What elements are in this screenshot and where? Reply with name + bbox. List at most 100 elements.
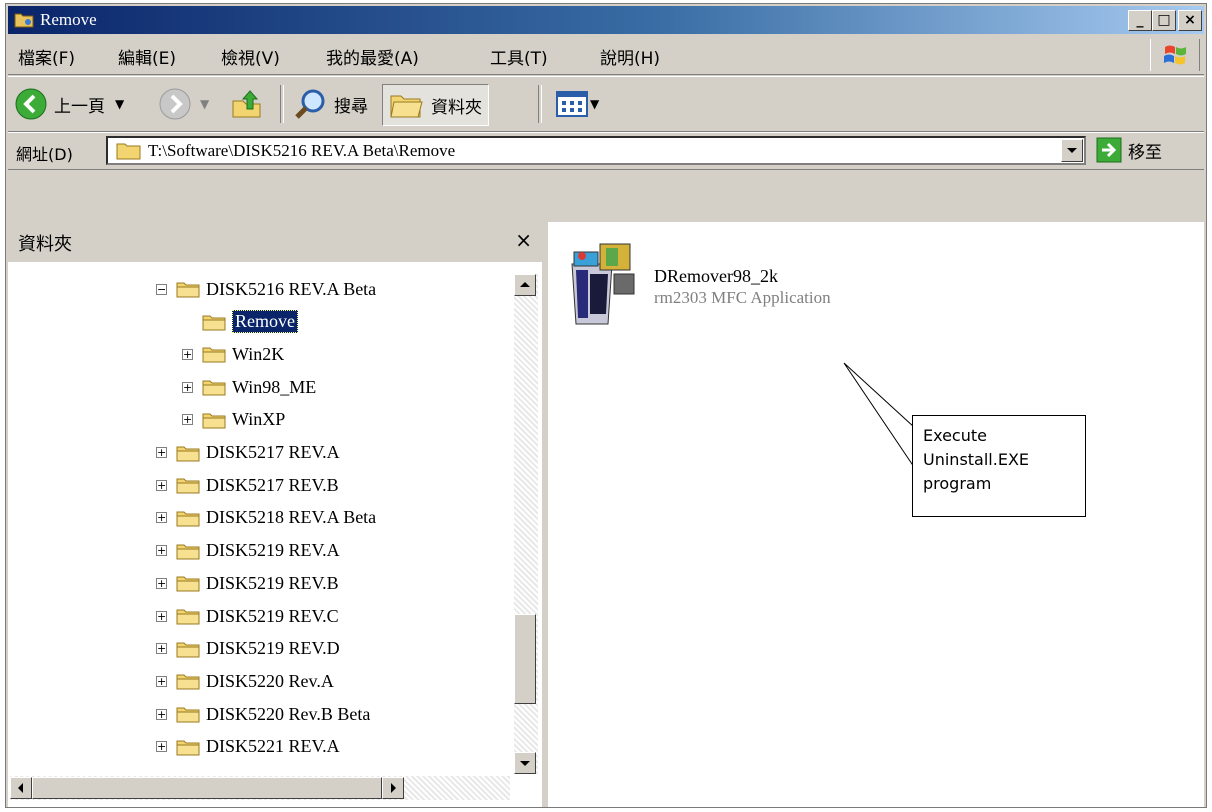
expand-icon[interactable]: + (156, 577, 167, 589)
tree-item[interactable]: + DISK5219 REV.A (156, 536, 340, 566)
uninstall-application-icon (571, 243, 635, 325)
folder-icon (176, 282, 200, 298)
folders-pane-title: 資料夾 (18, 234, 72, 255)
file-item[interactable]: DRemover98_2k rm2303 MFC Application (564, 234, 944, 334)
views-dropdown-icon[interactable]: ▼ (590, 97, 599, 111)
tree-item[interactable]: + DISK5218 REV.A Beta (156, 503, 376, 533)
tree-item[interactable]: + DISK5219 REV.B (156, 568, 339, 598)
folder-icon (176, 609, 200, 625)
search-label: 搜尋 (334, 96, 368, 117)
folders-pane-header: 資料夾 × (8, 222, 542, 262)
forward-button[interactable]: ▼ (158, 84, 209, 124)
tree-item-label: DISK5217 REV.B (206, 474, 339, 495)
menu-help[interactable]: 說明(H) (600, 44, 660, 69)
menu-edit[interactable]: 編輯(E) (118, 44, 176, 69)
back-button[interactable]: 上一頁 ▼ (14, 84, 124, 124)
folder-icon (202, 380, 226, 396)
tree-item-label: DISK5218 REV.A Beta (206, 507, 377, 528)
explorer-window: Remove _ □ × 檔案(F) 編輯(E) 檢視(V) 我的最愛(A) 工… (5, 3, 1207, 808)
views-button[interactable]: ▼ (556, 84, 599, 124)
expand-icon[interactable]: + (182, 348, 193, 360)
expand-icon[interactable]: + (156, 741, 167, 753)
expand-icon[interactable]: + (156, 675, 167, 687)
menu-tools[interactable]: 工具(T) (490, 44, 548, 69)
menu-bar: 檔案(F) 編輯(E) 檢視(V) 我的最愛(A) 工具(T) 說明(H) (8, 36, 1204, 75)
expand-icon[interactable]: + (156, 447, 167, 458)
search-icon (295, 89, 325, 119)
horizontal-scrollbar[interactable] (10, 776, 510, 800)
windows-logo-icon (1150, 39, 1200, 71)
expand-icon[interactable]: + (182, 381, 193, 393)
minimize-button[interactable]: _ (1128, 10, 1152, 31)
expand-icon[interactable]: + (156, 479, 167, 491)
tree-item[interactable]: + Win2K (182, 339, 284, 369)
tree-item[interactable]: + DISK5220 Rev.A (156, 666, 334, 696)
tree-item[interactable]: + DISK5217 REV.B (156, 470, 339, 500)
folder-icon (176, 674, 200, 690)
up-folder-icon (232, 90, 261, 118)
scroll-left-button[interactable] (10, 777, 32, 799)
window-title: Remove (40, 10, 97, 29)
folder-icon (176, 478, 200, 494)
tree-item-label: DISK5219 REV.B (206, 572, 339, 593)
tree-item[interactable]: − DISK5216 REV.A Beta (156, 274, 376, 304)
tree-item-label: Win98_ME (232, 376, 317, 397)
expand-icon[interactable]: + (156, 545, 167, 557)
hscroll-thumb[interactable] (32, 777, 382, 799)
forward-dropdown-icon[interactable]: ▼ (200, 97, 209, 111)
tree-item[interactable]: + WinXP (182, 405, 285, 435)
expand-icon[interactable]: + (182, 414, 193, 426)
folders-button[interactable]: 資料夾 (382, 84, 489, 126)
tree-item[interactable]: Remove (182, 307, 298, 337)
close-pane-button[interactable]: × (515, 228, 532, 252)
tree-item[interactable]: + DISK5219 REV.D (156, 634, 340, 664)
tree-item[interactable]: + DISK5221 REV.A (156, 732, 340, 762)
expand-icon[interactable]: + (156, 708, 167, 720)
close-button[interactable]: × (1178, 10, 1202, 31)
toolbar-separator (538, 85, 542, 123)
file-view: DRemover98_2k rm2303 MFC Application (548, 222, 1204, 807)
address-dropdown-button[interactable] (1061, 139, 1083, 162)
forward-arrow-icon (159, 88, 191, 120)
address-input[interactable]: T:\Software\DISK5216 REV.A Beta\Remove (106, 136, 1086, 165)
vertical-scrollbar[interactable] (514, 274, 538, 774)
tree-item[interactable]: + Win98_ME (182, 372, 316, 402)
back-dropdown-icon[interactable]: ▼ (115, 97, 124, 111)
search-button[interactable]: 搜尋 (294, 84, 368, 124)
scroll-right-button[interactable] (382, 777, 404, 799)
maximize-button[interactable]: □ (1152, 10, 1176, 31)
collapse-icon[interactable]: − (156, 283, 167, 295)
standard-toolbar: 上一頁 ▼ ▼ 搜尋 資料夾 ▼ (8, 76, 1204, 132)
expand-icon[interactable]: + (156, 610, 167, 622)
menu-file[interactable]: 檔案(F) (18, 44, 75, 69)
back-label: 上一頁 (54, 96, 105, 117)
address-value: T:\Software\DISK5216 REV.A Beta\Remove (148, 141, 456, 160)
expand-icon[interactable]: + (156, 643, 167, 655)
tree-item-label: DISK5219 REV.D (206, 638, 340, 659)
folder-icon (202, 315, 226, 331)
address-bar: 網址(D) T:\Software\DISK5216 REV.A Beta\Re… (8, 132, 1204, 170)
folder-icon (202, 347, 226, 363)
go-arrow-icon (1096, 137, 1122, 163)
menu-view[interactable]: 檢視(V) (221, 44, 280, 69)
expand-icon[interactable]: + (156, 512, 167, 524)
arrow-right-icon (391, 783, 396, 793)
address-label: 網址(D) (16, 145, 73, 164)
folder-icon (176, 642, 200, 658)
menu-favorites[interactable]: 我的最愛(A) (326, 44, 419, 69)
views-icon (556, 91, 588, 117)
tree-item-label: DISK5219 REV.C (206, 605, 339, 626)
tree-item-label: DISK5221 REV.A (206, 736, 340, 757)
tree-item-label: DISK5216 REV.A Beta (206, 278, 377, 299)
up-folder-button[interactable] (230, 84, 264, 124)
tree-item[interactable]: + DISK5217 REV.A (156, 438, 340, 468)
tree-item[interactable]: + DISK5220 Rev.B Beta (156, 699, 370, 729)
folder-icon (116, 143, 141, 160)
title-bar[interactable]: Remove _ □ × (8, 6, 1204, 34)
scroll-up-button[interactable] (514, 274, 536, 296)
folder-icon (202, 413, 226, 429)
scroll-thumb[interactable] (514, 614, 536, 704)
tree-item[interactable]: + DISK5219 REV.C (156, 601, 339, 631)
go-button[interactable]: 移至 (1096, 137, 1162, 163)
scroll-down-button[interactable] (514, 752, 536, 774)
